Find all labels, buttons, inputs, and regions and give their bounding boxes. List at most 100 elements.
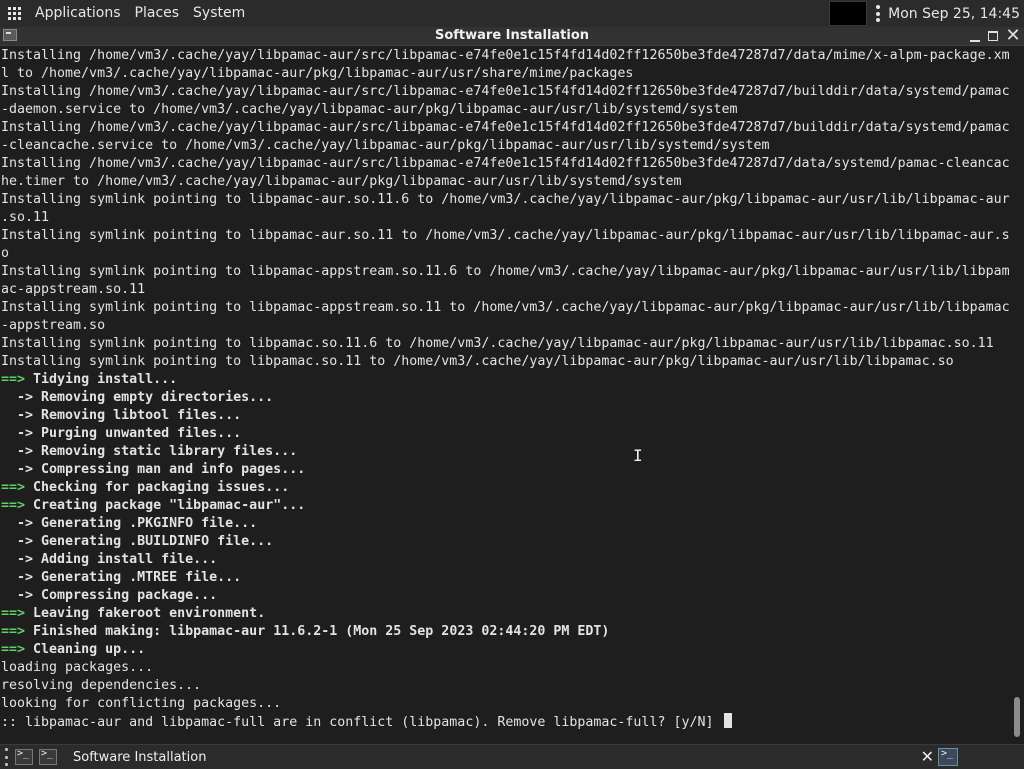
top-panel: Applications Places System Mon Sep 25, 1… <box>0 0 1024 27</box>
terminal-line-text: Installing /home/vm3/.cache/yay/libpamac… <box>1 84 1010 99</box>
scrollbar-thumb[interactable] <box>1014 697 1020 737</box>
menu-system[interactable]: System <box>186 0 252 27</box>
terminal-line-text: loading packages... <box>1 660 154 675</box>
terminal-line-prefix: ==> <box>1 624 26 639</box>
terminal-line-text: -> Removing empty directories... <box>1 390 274 405</box>
window-titlebar[interactable]: Software Installation ✕ <box>0 27 1024 46</box>
terminal-line-prefix: ==> <box>1 498 26 513</box>
terminal-line-text: Installing symlink pointing to libpamac-… <box>1 264 1010 279</box>
terminal-line: -daemon.service to /home/vm3/.cache/yay/… <box>0 101 1010 119</box>
terminal-line: Installing symlink pointing to libpamac-… <box>0 263 1010 281</box>
minimize-button[interactable] <box>968 27 982 45</box>
top-panel-tray: Mon Sep 25, 14:45 <box>829 0 1024 27</box>
terminal-line: l to /home/vm3/.cache/yay/libpamac-aur/p… <box>0 65 1010 83</box>
terminal-line-text: -> Generating .MTREE file... <box>1 570 242 585</box>
terminal-line-text: Installing /home/vm3/.cache/yay/libpamac… <box>1 48 1010 63</box>
terminal-line: -> Adding install file... <box>0 551 1010 569</box>
terminal-line-prefix: ==> <box>1 606 26 621</box>
terminal-line: Installing /home/vm3/.cache/yay/libpamac… <box>0 83 1010 101</box>
terminal-line: Installing symlink pointing to libpamac-… <box>0 191 1010 209</box>
terminal-line: looking for conflicting packages... <box>0 695 1010 713</box>
terminal-line: -> Compressing package... <box>0 587 1010 605</box>
terminal-line: ==> Finished making: libpamac-aur 11.6.2… <box>0 623 1010 641</box>
terminal-line-text: Installing symlink pointing to libpamac-… <box>1 228 1010 243</box>
terminal-line-text: l to /home/vm3/.cache/yay/libpamac-aur/p… <box>1 66 634 81</box>
terminal-line: resolving dependencies... <box>0 677 1010 695</box>
taskbar-terminal-icon[interactable] <box>938 748 958 766</box>
tray-applet[interactable] <box>829 1 868 26</box>
taskbar-handle-icon[interactable] <box>3 748 9 766</box>
terminal-line-text: Tidying install... <box>25 372 178 387</box>
terminal-line: ac-appstream.so.11 <box>0 281 1010 299</box>
terminal-line-text: Leaving fakeroot environment. <box>25 606 266 621</box>
apps-grid-icon[interactable] <box>0 0 28 27</box>
maximize-button[interactable] <box>986 27 1000 45</box>
terminal-line: ==> Leaving fakeroot environment. <box>0 605 1010 623</box>
terminal-line-text: -cleancache.service to /home/vm3/.cache/… <box>1 138 770 153</box>
terminal-output[interactable]: Installing /home/vm3/.cache/yay/libpamac… <box>0 47 1010 742</box>
terminal-launcher-icon[interactable] <box>15 748 33 765</box>
terminal-line-text: ac-appstream.so.11 <box>1 282 146 297</box>
terminal-line: -> Generating .MTREE file... <box>0 569 1010 587</box>
terminal-line-text: :: libpamac-aur and libpamac-full are in… <box>1 715 722 730</box>
terminal-line-prefix: ==> <box>1 372 26 387</box>
terminal-line-text: -appstream.so <box>1 318 106 333</box>
terminal-line: -> Generating .PKGINFO file... <box>0 515 1010 533</box>
terminal-line: Installing symlink pointing to libpamac-… <box>0 299 1010 317</box>
terminal-line-text: Installing symlink pointing to libpamac.… <box>1 354 954 369</box>
terminal-line-prefix: ==> <box>1 642 26 657</box>
terminal-line-text: .so.11 <box>1 210 50 225</box>
terminal-line: loading packages... <box>0 659 1010 677</box>
terminal-line: -cleancache.service to /home/vm3/.cache/… <box>0 137 1010 155</box>
terminal-line-text: Creating package "libpamac-aur"... <box>25 498 306 513</box>
terminal-launcher-icon-2[interactable] <box>39 748 57 765</box>
terminal-line-text: Installing symlink pointing to libpamac.… <box>1 336 994 351</box>
terminal-line-text: -> Generating .PKGINFO file... <box>1 516 258 531</box>
terminal-line: Installing symlink pointing to libpamac.… <box>0 335 1010 353</box>
menu-places[interactable]: Places <box>128 0 187 27</box>
terminal-line: -> Removing empty directories... <box>0 389 1010 407</box>
terminal-line-text: resolving dependencies... <box>1 678 202 693</box>
terminal-line: -> Removing libtool files... <box>0 407 1010 425</box>
terminal-cursor <box>723 713 732 728</box>
clock[interactable]: Mon Sep 25, 14:45 <box>888 6 1024 22</box>
terminal-line: Installing symlink pointing to libpamac.… <box>0 353 1010 371</box>
terminal-line-text: -> Removing static library files... <box>1 444 298 459</box>
terminal-line-text: Cleaning up... <box>25 642 146 657</box>
terminal-line: ==> Cleaning up... <box>0 641 1010 659</box>
kebab-menu-icon[interactable] <box>875 5 881 22</box>
menu-applications[interactable]: Applications <box>28 0 128 27</box>
terminal-line: he.timer to /home/vm3/.cache/yay/libpama… <box>0 173 1010 191</box>
terminal-line-text: -> Compressing man and info pages... <box>1 462 306 477</box>
terminal-line-text: Installing symlink pointing to libpamac-… <box>1 192 1010 207</box>
terminal-line-text: -> Generating .BUILDINFO file... <box>1 534 274 549</box>
terminal-line-text: -daemon.service to /home/vm3/.cache/yay/… <box>1 102 738 117</box>
terminal-line: ==> Creating package "libpamac-aur"... <box>0 497 1010 515</box>
scrollbar[interactable] <box>1010 47 1024 742</box>
terminal-line-text: looking for conflicting packages... <box>1 696 282 711</box>
terminal-line: o <box>0 245 1010 263</box>
terminal-line-text: o <box>1 246 10 261</box>
window-title: Software Installation <box>434 28 590 43</box>
terminal-line-prefix: ==> <box>1 480 26 495</box>
terminal-line: ==> Checking for packaging issues... <box>0 479 1010 497</box>
taskbar-close-icon[interactable]: ✕ <box>921 747 934 767</box>
terminal-line: -> Removing static library files... <box>0 443 1010 461</box>
text-cursor-icon: I <box>633 446 643 465</box>
terminal-line-text: Installing /home/vm3/.cache/yay/libpamac… <box>1 156 1010 171</box>
terminal-line-text: -> Purging unwanted files... <box>1 426 242 441</box>
taskbar-task-label[interactable]: Software Installation <box>73 750 206 765</box>
terminal-line-text: Installing symlink pointing to libpamac-… <box>1 300 1010 315</box>
terminal-line: -> Purging unwanted files... <box>0 425 1010 443</box>
terminal-line: ==> Tidying install... <box>0 371 1010 389</box>
terminal-line: -> Compressing man and info pages... <box>0 461 1010 479</box>
taskbar: Software Installation ✕ <box>0 744 1024 769</box>
terminal-line: .so.11 <box>0 209 1010 227</box>
terminal-line-text: -> Adding install file... <box>1 552 218 567</box>
terminal-line-text: Finished making: libpamac-aur 11.6.2-1 (… <box>25 624 610 639</box>
terminal-line: Installing symlink pointing to libpamac-… <box>0 227 1010 245</box>
terminal-line-text: he.timer to /home/vm3/.cache/yay/libpama… <box>1 174 682 189</box>
close-button[interactable]: ✕ <box>1005 27 1021 45</box>
terminal-line-text: Checking for packaging issues... <box>25 480 290 495</box>
terminal-line-text: -> Compressing package... <box>1 588 218 603</box>
